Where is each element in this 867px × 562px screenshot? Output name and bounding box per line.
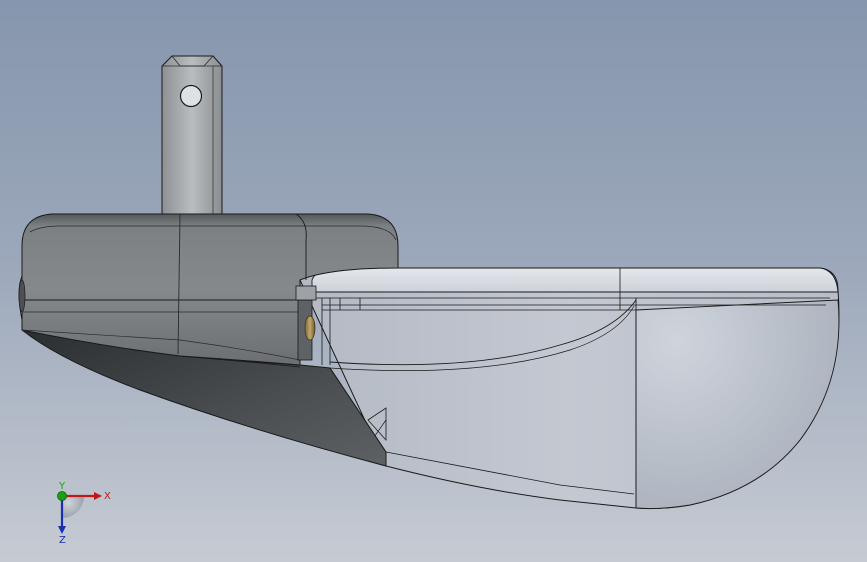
3d-model[interactable]	[0, 0, 867, 562]
z-axis-label: Z	[59, 535, 66, 544]
connector-bolt[interactable]	[295, 285, 317, 361]
x-axis-arrow	[94, 492, 102, 500]
x-axis-label: X	[104, 491, 111, 502]
orientation-triad[interactable]: X Y Z	[50, 482, 120, 544]
mounting-tab[interactable]	[161, 55, 223, 217]
mounting-hole	[179, 84, 203, 108]
y-axis-label: Y	[58, 482, 66, 492]
graphics-viewport[interactable]: X Y Z	[0, 0, 867, 562]
y-axis-marker	[57, 491, 67, 501]
transparent-sensor-body[interactable]	[299, 267, 840, 510]
z-axis-arrow	[58, 526, 66, 534]
